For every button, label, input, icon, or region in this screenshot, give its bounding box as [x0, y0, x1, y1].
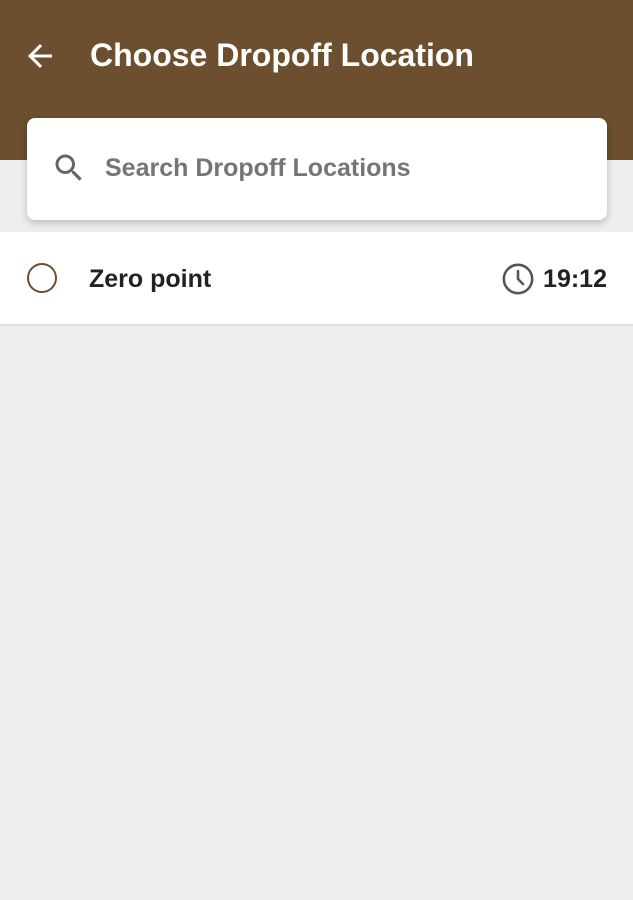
clock-icon	[502, 263, 534, 295]
location-name: Zero point	[89, 265, 212, 293]
location-item[interactable]: Zero point 19:12	[0, 232, 633, 326]
arrow-left-icon	[28, 44, 52, 68]
location-radio[interactable]	[27, 263, 57, 293]
location-time: 19:12	[501, 262, 607, 296]
search-input[interactable]	[105, 146, 585, 190]
search-bar	[27, 118, 607, 220]
search-icon	[55, 154, 82, 181]
location-time-text: 19:12	[543, 265, 607, 293]
location-list: Zero point 19:12	[0, 232, 633, 326]
page-title: Choose Dropoff Location	[90, 37, 474, 73]
back-button[interactable]	[16, 32, 64, 80]
